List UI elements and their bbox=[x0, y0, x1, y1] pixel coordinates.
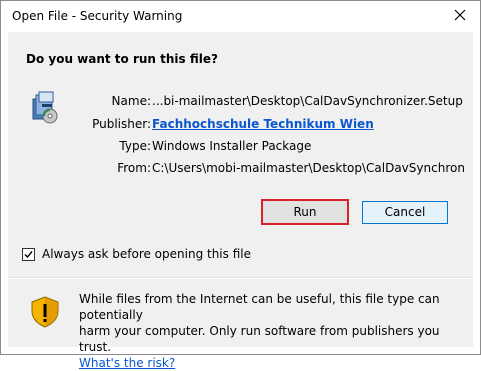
name-value: ...bi-mailmaster\Desktop\CalDavSynchroni… bbox=[152, 94, 464, 108]
window-title: Open File - Security Warning bbox=[12, 9, 183, 23]
publisher-link[interactable]: Fachhochschule Technikum Wien bbox=[152, 117, 464, 131]
warning-shield-icon bbox=[30, 296, 60, 328]
from-value: C:\Users\mobi-mailmaster\Desktop\CalDavS… bbox=[152, 161, 464, 175]
cancel-button-label: Cancel bbox=[384, 205, 426, 219]
close-icon[interactable] bbox=[452, 7, 468, 23]
publisher-label: Publisher: bbox=[92, 117, 151, 131]
separator bbox=[8, 277, 473, 278]
security-warning-dialog: Open File - Security Warning Do you want… bbox=[0, 0, 481, 370]
from-row: From: C:\Users\mobi-mailmaster\Desktop\C… bbox=[94, 161, 464, 177]
title-bar: Open File - Security Warning bbox=[1, 1, 480, 31]
always-ask-checkbox[interactable] bbox=[22, 248, 35, 261]
type-row: Type: Windows Installer Package bbox=[94, 139, 464, 155]
warning-line-2: harm your computer. Only run software fr… bbox=[79, 324, 440, 354]
warning-line-1: While files from the Internet can be use… bbox=[79, 292, 440, 322]
run-button[interactable]: Run bbox=[261, 199, 349, 225]
type-value: Windows Installer Package bbox=[152, 139, 312, 153]
always-ask-label[interactable]: Always ask before opening this file bbox=[42, 247, 251, 261]
cancel-button[interactable]: Cancel bbox=[362, 201, 448, 224]
run-button-label: Run bbox=[293, 205, 317, 219]
from-label: From: bbox=[117, 161, 151, 175]
warning-text: While files from the Internet can be use… bbox=[79, 291, 464, 371]
whats-the-risk-link[interactable]: What's the risk? bbox=[79, 356, 175, 370]
warning-footer: While files from the Internet can be use… bbox=[8, 279, 473, 370]
installer-package-icon bbox=[28, 89, 64, 125]
type-label: Type: bbox=[119, 139, 151, 153]
name-label: Name: bbox=[111, 94, 151, 108]
name-row: Name: ...bi-mailmaster\Desktop\CalDavSyn… bbox=[94, 94, 464, 110]
checkmark-icon bbox=[24, 251, 33, 259]
publisher-row: Publisher: Fachhochschule Technikum Wien bbox=[92, 117, 464, 133]
dialog-body: Do you want to run this file? Name: ...b… bbox=[8, 32, 473, 277]
dialog-question: Do you want to run this file? bbox=[26, 52, 218, 66]
